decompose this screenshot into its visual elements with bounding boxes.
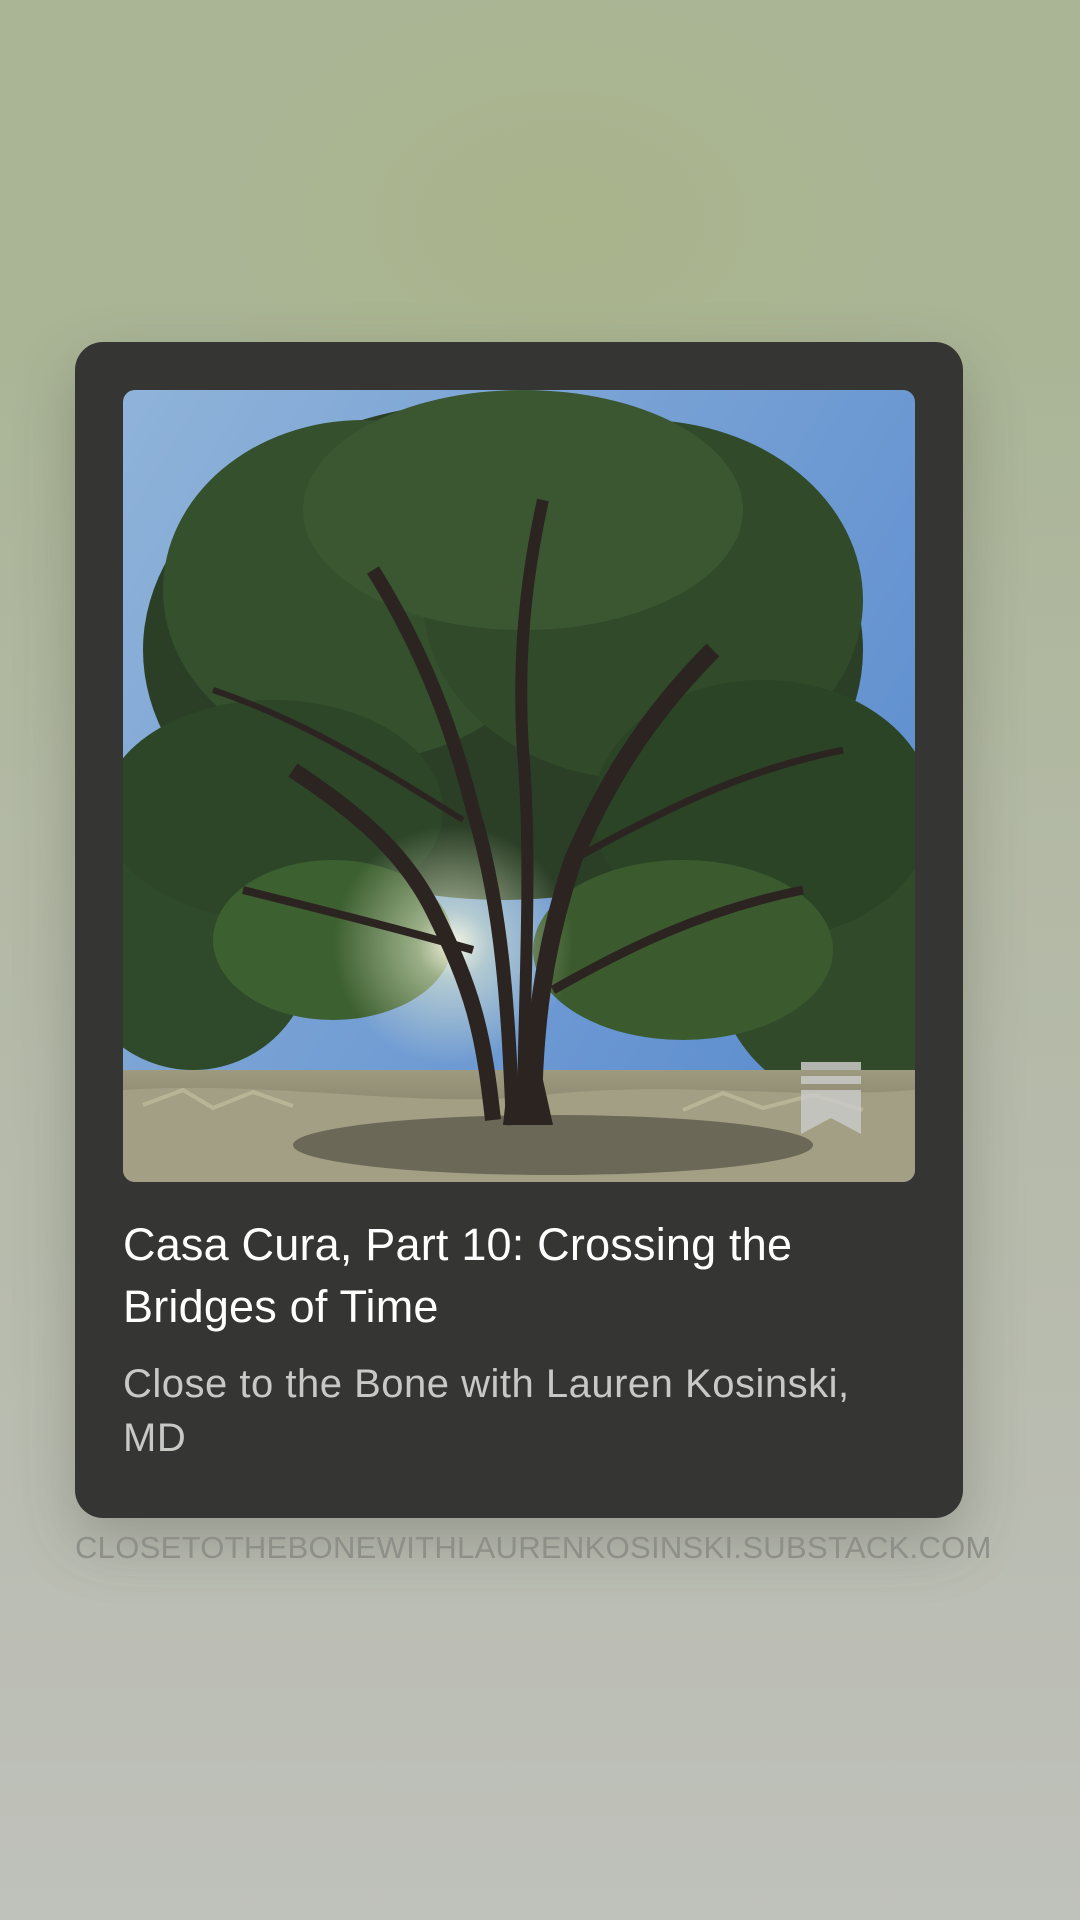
link-preview-card[interactable]: Casa Cura, Part 10: Crossing the Bridges… — [75, 342, 963, 1518]
publication-name: Close to the Bone with Lauren Kosinski, … — [123, 1362, 850, 1460]
preview-image — [123, 390, 915, 1182]
article-title: Casa Cura, Part 10: Crossing the Bridges… — [123, 1219, 793, 1332]
substack-logo-icon — [801, 1062, 861, 1134]
link-domain[interactable]: CLOSETOTHEBONEWITHLAURENKOSINSKI.SUBSTAC… — [75, 1528, 1035, 1568]
